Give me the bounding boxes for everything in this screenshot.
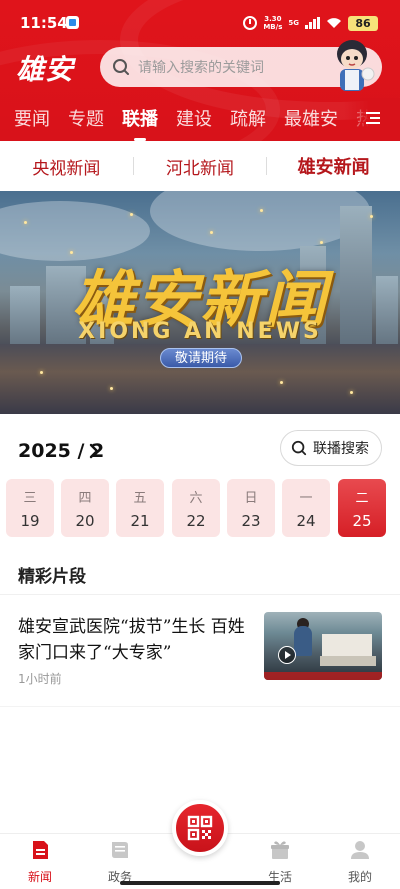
weekday-label: 三 <box>23 491 37 506</box>
app-logo[interactable]: 雄安 <box>16 48 74 88</box>
qr-scan-icon <box>187 815 213 841</box>
network-speed: 3.30 MB/s <box>263 15 282 31</box>
lantern <box>130 213 133 216</box>
news-banner[interactable]: 雄安新闻 XIONG AN NEWS 敬请期待 <box>0 191 400 414</box>
channel-tabs: 要闻 专题 联播 建设 疏解 最雄安 热 <box>0 98 400 138</box>
tab-lianbo[interactable]: 联播 <box>122 105 158 131</box>
nav-label: 新闻 <box>27 870 52 884</box>
tab-zhuanti[interactable]: 专题 <box>68 105 104 131</box>
status-indicators: 3.30 MB/s 5G 86 <box>243 14 378 32</box>
tab-jianshe[interactable]: 建设 <box>176 105 212 131</box>
date-item[interactable]: 日 23 <box>227 479 275 537</box>
battery-icon: 86 <box>348 15 378 31</box>
network-type: 5G <box>288 19 299 27</box>
list-divider <box>0 706 400 707</box>
tab-shujie[interactable]: 疏解 <box>230 105 266 131</box>
date-strip: 三 19 四 20 五 21 六 22 日 23 一 24 二 25 <box>6 479 394 537</box>
nav-life[interactable]: 生活 <box>250 838 310 885</box>
search-icon <box>291 440 307 456</box>
article-card[interactable]: 雄安宣武医院“拔节”生长 百姓家门口来了“大专家” 1小时前 <box>18 612 382 692</box>
lantern <box>280 381 283 384</box>
lantern <box>260 209 263 212</box>
profile-icon <box>351 841 369 859</box>
lantern <box>110 387 113 390</box>
weekday-label: 日 <box>244 491 258 506</box>
lantern <box>320 241 323 244</box>
channel-menu-icon[interactable] <box>366 112 380 124</box>
chevron-right-icon[interactable] <box>88 443 100 459</box>
nav-profile[interactable]: 我的 <box>330 838 390 885</box>
tab-yaowen[interactable]: 要闻 <box>14 105 50 131</box>
lantern <box>40 371 43 374</box>
date-item[interactable]: 六 22 <box>172 479 220 537</box>
date-number: 24 <box>296 512 316 530</box>
date-item-selected[interactable]: 二 25 <box>338 479 386 537</box>
search-placeholder: 请输入搜索的关键词 <box>138 60 264 76</box>
date-item[interactable]: 三 19 <box>6 479 54 537</box>
search-icon <box>113 59 129 75</box>
tab-cctv-news[interactable]: 央视新闻 <box>0 154 133 179</box>
banner-subtitle: XIONG AN NEWS <box>78 319 322 344</box>
date-number: 22 <box>186 512 206 530</box>
date-number: 20 <box>75 512 95 530</box>
date-number: 19 <box>20 512 40 530</box>
weekday-label: 六 <box>189 491 203 506</box>
nav-label: 我的 <box>347 870 372 884</box>
date-item[interactable]: 五 21 <box>116 479 164 537</box>
search-button-label: 联播搜索 <box>313 441 369 457</box>
article-time: 1小时前 <box>18 672 62 686</box>
date-number: 23 <box>241 512 261 530</box>
coming-soon-badge: 敬请期待 <box>160 348 242 368</box>
life-gift-icon <box>271 841 289 859</box>
home-indicator <box>120 881 280 885</box>
date-number: 21 <box>130 512 150 530</box>
thumbnail-scene <box>294 626 312 656</box>
speed-unit: MB/s <box>263 23 283 31</box>
weekday-label: 四 <box>78 491 92 506</box>
article-title[interactable]: 雄安宣武医院“拔节”生长 百姓家门口来了“大专家” <box>18 614 248 666</box>
lantern <box>210 231 213 234</box>
tab-hebei-news[interactable]: 河北新闻 <box>134 154 267 179</box>
date-number: 25 <box>352 512 372 530</box>
lantern <box>350 391 353 394</box>
status-time: 11:54 <box>20 14 68 32</box>
nav-government[interactable]: 政务 <box>90 838 150 885</box>
sky-cloud <box>150 191 370 251</box>
news-icon <box>33 841 48 859</box>
government-icon <box>112 842 128 858</box>
broadcast-search-button[interactable]: 联播搜索 <box>280 430 382 466</box>
thumbnail-scene <box>320 656 376 666</box>
mascot-icon[interactable] <box>322 34 380 94</box>
wifi-icon <box>326 17 342 29</box>
scan-button[interactable] <box>172 800 228 856</box>
tab-xiongan-news[interactable]: 雄安新闻 <box>267 153 400 179</box>
weekday-label: 五 <box>133 491 147 506</box>
date-item[interactable]: 四 20 <box>61 479 109 537</box>
tab-zuixiongan[interactable]: 最雄安 <box>284 105 338 131</box>
article-thumbnail[interactable] <box>264 612 382 680</box>
weekday-label: 二 <box>355 491 369 506</box>
thumbnail-ticker <box>264 672 382 680</box>
date-item[interactable]: 一 24 <box>282 479 330 537</box>
section-title: 精彩片段 <box>18 567 86 587</box>
lantern <box>24 221 27 224</box>
speed-value: 3.30 <box>264 15 282 23</box>
play-icon[interactable] <box>278 646 296 664</box>
network-label: 5G <box>288 19 299 27</box>
notification-app-icon <box>66 16 79 29</box>
lantern <box>370 215 373 218</box>
news-source-tabs: 央视新闻 河北新闻 雄安新闻 <box>0 141 400 191</box>
section-divider <box>0 594 400 595</box>
alarm-icon <box>243 16 258 30</box>
app-header: 11:54 3.30 MB/s 5G 86 雄安 请输入搜索的关键词 要闻 专题… <box>0 0 400 141</box>
nav-news[interactable]: 新闻 <box>10 838 70 885</box>
signal-icon <box>305 17 320 29</box>
weekday-label: 一 <box>299 491 313 506</box>
